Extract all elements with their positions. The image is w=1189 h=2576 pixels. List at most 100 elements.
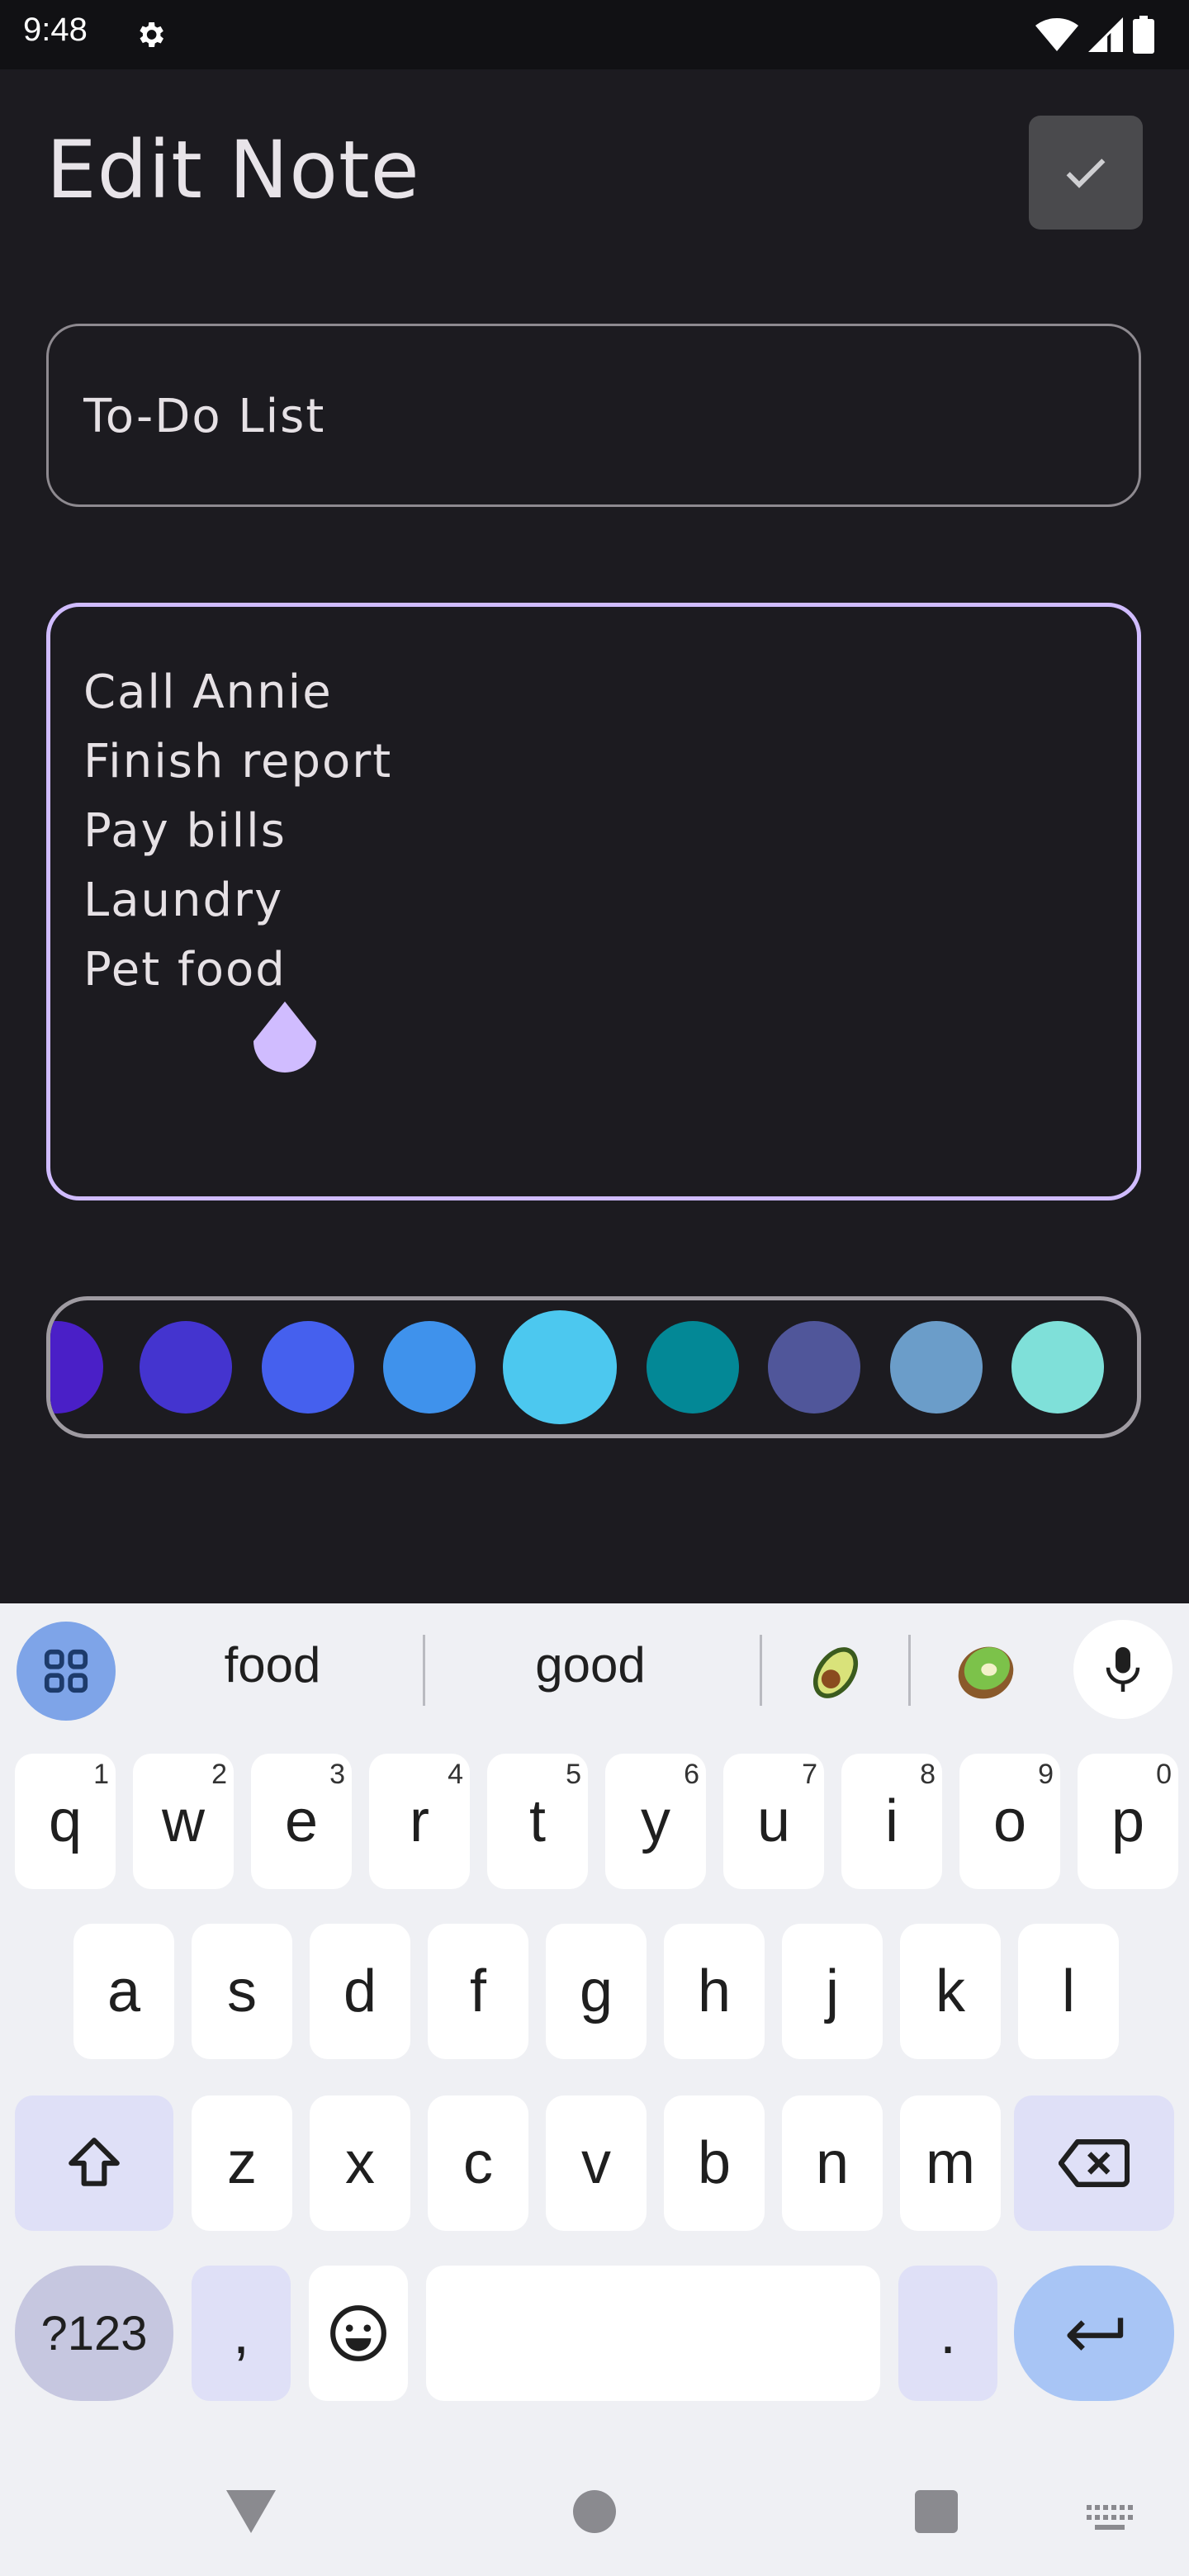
key-hint: 1 bbox=[93, 1759, 109, 1790]
status-time: 9:48 bbox=[23, 12, 88, 48]
color-picker[interactable] bbox=[46, 1296, 1141, 1438]
key-hint: 9 bbox=[1038, 1759, 1054, 1790]
battery-icon bbox=[1133, 16, 1154, 54]
color-swatch[interactable] bbox=[1011, 1321, 1104, 1413]
suggestion-divider bbox=[423, 1635, 425, 1706]
text-cursor-handle-icon[interactable] bbox=[253, 1002, 316, 1073]
enter-key[interactable] bbox=[1014, 2266, 1174, 2401]
smiley-icon bbox=[330, 2305, 386, 2361]
apps-grid-icon bbox=[44, 1649, 88, 1693]
enter-arrow-icon bbox=[1067, 2318, 1124, 2351]
backspace-icon bbox=[1059, 2139, 1130, 2187]
color-swatch[interactable] bbox=[890, 1321, 983, 1413]
key-label: x bbox=[345, 2130, 375, 2196]
key-p[interactable]: p0 bbox=[1078, 1754, 1178, 1889]
key-label: y bbox=[641, 1788, 670, 1854]
key-w[interactable]: w2 bbox=[133, 1754, 234, 1889]
color-swatch[interactable] bbox=[383, 1321, 476, 1413]
key-o[interactable]: o9 bbox=[959, 1754, 1060, 1889]
key-label: f bbox=[469, 1958, 486, 2024]
key-label: w bbox=[162, 1788, 205, 1854]
content-line: Pay bills bbox=[83, 804, 287, 858]
key-label: h bbox=[697, 1958, 732, 2024]
color-swatch[interactable] bbox=[647, 1321, 739, 1413]
color-swatch[interactable] bbox=[768, 1321, 860, 1413]
page-title: Edit Note bbox=[46, 124, 420, 216]
key-label: m bbox=[926, 2130, 975, 2196]
backspace-key[interactable] bbox=[1014, 2095, 1174, 2231]
emoji-key[interactable] bbox=[309, 2266, 408, 2401]
key-q[interactable]: q1 bbox=[15, 1754, 116, 1889]
key-c[interactable]: c bbox=[428, 2095, 528, 2231]
note-content-text[interactable]: Call Annie Finish report Pay bills Laund… bbox=[83, 658, 392, 1005]
kiwi-emoji-icon[interactable] bbox=[955, 1641, 1017, 1704]
key-h[interactable]: h bbox=[664, 1924, 765, 2059]
keyboard-menu-button[interactable] bbox=[17, 1622, 116, 1721]
key-u[interactable]: u7 bbox=[723, 1754, 824, 1889]
wifi-icon bbox=[1035, 18, 1078, 51]
key-e[interactable]: e3 bbox=[251, 1754, 352, 1889]
key-a[interactable]: a bbox=[73, 1924, 174, 2059]
suggestion-item[interactable]: good bbox=[462, 1636, 718, 1693]
key-x[interactable]: x bbox=[310, 2095, 410, 2231]
key-g[interactable]: g bbox=[546, 1924, 647, 2059]
key-m[interactable]: m bbox=[900, 2095, 1001, 2231]
key-k[interactable]: k bbox=[900, 1924, 1001, 2059]
content-line: Laundry bbox=[83, 874, 284, 927]
key-v[interactable]: v bbox=[546, 2095, 647, 2231]
voice-input-button[interactable] bbox=[1073, 1620, 1172, 1719]
avocado-emoji-icon[interactable] bbox=[804, 1641, 867, 1704]
suggestion-item[interactable]: food bbox=[157, 1636, 388, 1693]
key-b[interactable]: b bbox=[664, 2095, 765, 2231]
key-label: g bbox=[579, 1958, 613, 2024]
suggestion-divider bbox=[908, 1635, 911, 1706]
period-key[interactable]: . bbox=[898, 2266, 997, 2401]
settings-gear-icon bbox=[140, 22, 163, 47]
status-icons bbox=[1035, 15, 1154, 54]
symbols-key[interactable]: ?123 bbox=[15, 2266, 173, 2401]
key-n[interactable]: n bbox=[782, 2095, 883, 2231]
key-label: t bbox=[528, 1788, 546, 1854]
key-j[interactable]: j bbox=[782, 1924, 883, 2059]
color-swatch-selected[interactable] bbox=[503, 1310, 617, 1424]
space-key[interactable] bbox=[426, 2266, 880, 2401]
key-r[interactable]: r4 bbox=[369, 1754, 470, 1889]
key-z[interactable]: z bbox=[192, 2095, 292, 2231]
key-hint: 8 bbox=[920, 1759, 936, 1790]
suggestion-divider bbox=[760, 1635, 762, 1706]
key-i[interactable]: i8 bbox=[841, 1754, 942, 1889]
key-label: q bbox=[48, 1788, 83, 1854]
save-button[interactable] bbox=[1029, 116, 1143, 230]
key-label: l bbox=[1062, 1958, 1075, 2024]
key-label: c bbox=[463, 2130, 493, 2196]
key-label: p bbox=[1111, 1788, 1145, 1854]
color-swatch[interactable] bbox=[50, 1321, 103, 1413]
note-title-field[interactable] bbox=[46, 324, 1141, 507]
key-hint: 0 bbox=[1156, 1759, 1172, 1790]
color-swatch[interactable] bbox=[262, 1321, 354, 1413]
key-hint: 6 bbox=[684, 1759, 699, 1790]
keyboard-hide-icon[interactable] bbox=[1087, 2505, 1133, 2530]
key-f[interactable]: f bbox=[428, 1924, 528, 2059]
shift-key[interactable] bbox=[15, 2095, 173, 2231]
note-content-field[interactable]: Call Annie Finish report Pay bills Laund… bbox=[46, 603, 1141, 1200]
key-label: j bbox=[826, 1958, 839, 2024]
key-label: n bbox=[815, 2130, 850, 2196]
key-hint: 2 bbox=[211, 1759, 227, 1790]
microphone-icon bbox=[1106, 1647, 1140, 1692]
key-l[interactable]: l bbox=[1018, 1924, 1119, 2059]
key-label: z bbox=[227, 2130, 257, 2196]
comma-key[interactable]: , bbox=[192, 2266, 291, 2401]
key-t[interactable]: t5 bbox=[487, 1754, 588, 1889]
keyboard: food good ?123 , . q 1 w 2 e 3 r 4 t 5 y… bbox=[0, 1603, 1189, 2576]
key-s[interactable]: s bbox=[192, 1924, 292, 2059]
recents-nav-icon[interactable] bbox=[915, 2490, 958, 2533]
note-title-input[interactable] bbox=[82, 326, 1076, 506]
key-hint: 7 bbox=[802, 1759, 817, 1790]
key-y[interactable]: y6 bbox=[605, 1754, 706, 1889]
key-label: e bbox=[284, 1788, 319, 1854]
key-d[interactable]: d bbox=[310, 1924, 410, 2059]
color-swatch[interactable] bbox=[140, 1321, 232, 1413]
home-nav-icon[interactable] bbox=[573, 2490, 616, 2533]
back-nav-icon[interactable] bbox=[226, 2490, 276, 2533]
